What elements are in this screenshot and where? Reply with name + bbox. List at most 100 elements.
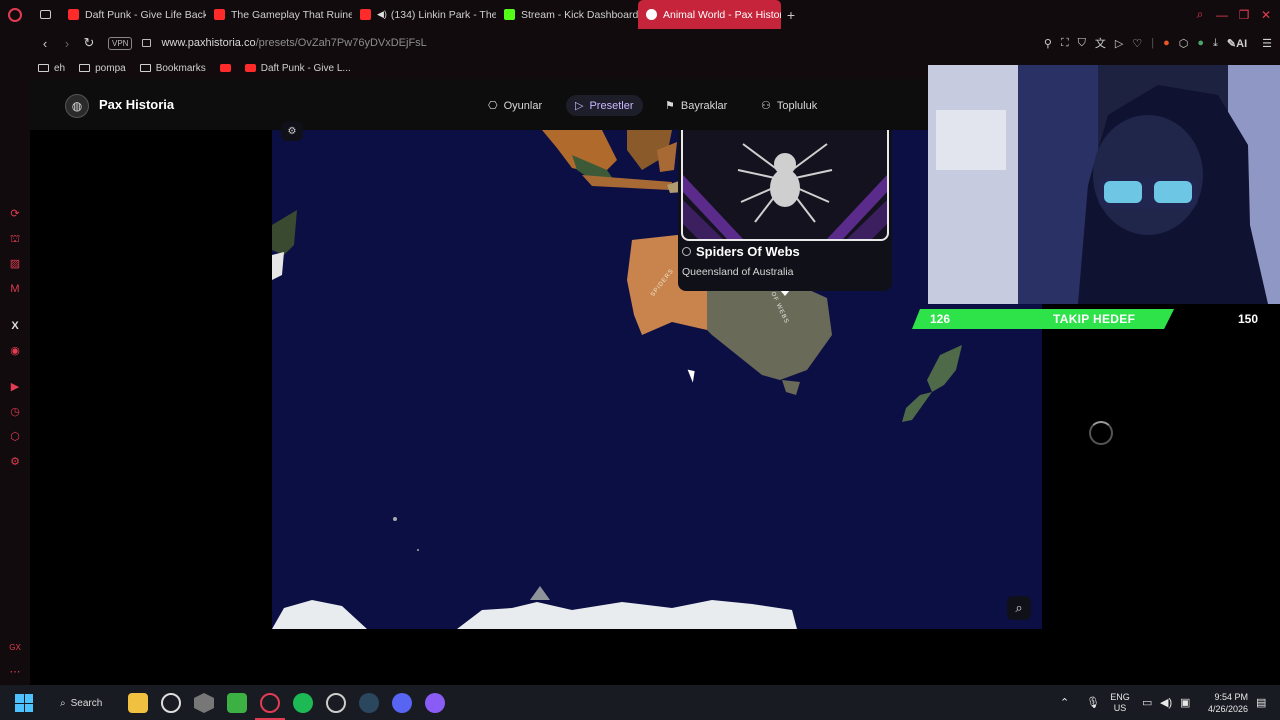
globe-icon: ◍ [71, 99, 83, 113]
nav-label: Oyunlar [503, 99, 543, 112]
volume-icon[interactable]: ◀) [1160, 685, 1172, 720]
tray-overflow-icon[interactable]: ⌃ [1060, 685, 1069, 720]
vpn-badge[interactable]: VPN [108, 36, 133, 50]
chat-app-icon[interactable] [425, 693, 445, 713]
steam-icon[interactable] [359, 693, 379, 713]
player-icon[interactable]: ▶ [8, 380, 22, 394]
toolbar-extensions: ⚲ ⛶ ⛉ 文 ▷ ♡ | ● ⬡ ● ⤓ ✎AI ☰ [1044, 29, 1272, 57]
nation-card[interactable]: Spiders Of Webs Queensland of Australia [678, 130, 892, 291]
pin-icon[interactable]: ⚲ [1044, 37, 1052, 50]
microphone-icon[interactable]: 🎙︎ [1086, 685, 1100, 720]
nav-bayraklar[interactable]: ⚑ Bayraklar [656, 95, 736, 116]
battery-icon[interactable]: ▣ [1180, 685, 1190, 720]
profile-icon[interactable]: ● [1197, 37, 1204, 49]
goal-target: 150 [1238, 312, 1259, 326]
opera-gx-logo[interactable] [0, 0, 30, 29]
search-tabs-button[interactable]: ⌕ [1188, 0, 1212, 29]
nation-radio[interactable] [682, 247, 691, 256]
lock-icon[interactable] [142, 39, 152, 47]
file-explorer-icon[interactable] [128, 693, 148, 713]
tab-0[interactable]: Daft Punk - Give Life Back [60, 0, 206, 29]
language-indicator[interactable]: ENG US [1106, 685, 1134, 720]
map-search-button[interactable]: ⌕ [1007, 596, 1031, 620]
extensions-icon[interactable]: ⬡ [8, 430, 22, 444]
x-twitter-icon[interactable]: X [8, 319, 22, 333]
bookmark-folder-pompa[interactable]: pompa [79, 63, 126, 74]
url-path: /presets/OvZah7Pw76yDVxDEjFsL [255, 37, 427, 49]
download-icon[interactable]: ⤓ [1213, 37, 1218, 50]
cleaner-icon[interactable]: ▨ [8, 257, 22, 271]
minimize-button[interactable]: — [1210, 0, 1234, 29]
tab-menu-button[interactable] [30, 0, 60, 29]
shield-icon[interactable]: ⛉ [1078, 37, 1086, 50]
bookmark-folder-eh[interactable]: eh [38, 63, 65, 74]
screenshot-icon[interactable]: ⛶ [1061, 37, 1069, 50]
steam-deck-icon[interactable] [161, 693, 181, 713]
tab-menu-icon [39, 10, 51, 19]
nav-label: Topluluk [776, 99, 818, 112]
antarctica-peak [530, 586, 550, 600]
tab-2[interactable]: ◀) (134) Linkin Park - The [352, 0, 496, 29]
bookmark-folder-bookmarks[interactable]: Bookmarks [139, 63, 206, 74]
spotify-icon[interactable] [293, 693, 313, 713]
pax-historia-logo[interactable]: ◍ [65, 94, 89, 118]
bookmark-daft-punk[interactable]: Daft Punk - Give L... [244, 63, 351, 74]
nav-label: Bayraklar [680, 99, 728, 112]
lang-bottom: US [1113, 702, 1127, 713]
maximize-icon: ❐ [1238, 7, 1250, 22]
ai-button[interactable]: ✎AI [1227, 37, 1247, 50]
tab-4-active[interactable]: Animal World - Pax Historia [638, 0, 781, 29]
search-icon: ⌕ [60, 697, 66, 709]
app-hex-icon[interactable] [194, 693, 214, 713]
tab-3[interactable]: Stream - Kick Dashboard [496, 0, 638, 29]
reload-button[interactable]: ↻ [78, 35, 100, 51]
more-icon[interactable]: ⋯ [8, 665, 22, 679]
site-brand[interactable]: Pax Historia [99, 97, 174, 112]
tab-label: Daft Punk - Give Life Back [85, 8, 206, 21]
gx-corner-icon[interactable]: ⟳ [8, 207, 22, 221]
forward-button[interactable]: › [56, 36, 78, 51]
taskbar-search[interactable]: ⌕ Search [52, 693, 118, 713]
play-icon: ▷ [575, 100, 584, 112]
heart-icon[interactable]: ♡ [1132, 37, 1142, 50]
start-button[interactable] [15, 694, 33, 712]
network-icon[interactable]: ▭ [1142, 685, 1152, 720]
discord-icon[interactable] [392, 693, 412, 713]
kick-icon [504, 9, 515, 20]
gx-control-label[interactable]: GX [8, 641, 22, 655]
chatgpt-icon[interactable] [326, 693, 346, 713]
nav-oyunlar[interactable]: ⎔ Oyunlar [479, 95, 551, 116]
clock[interactable]: 9:54 PM 4/26/2026 [1200, 685, 1248, 720]
translate-icon[interactable]: 文 [1095, 35, 1106, 51]
search-icon: ⌕ [1196, 7, 1204, 21]
new-tab-button[interactable]: + [781, 7, 801, 23]
play-icon[interactable]: ▷ [1115, 37, 1123, 50]
loading-spinner [1089, 421, 1113, 445]
puzzle-icon[interactable]: ⬡ [1179, 37, 1189, 50]
twitch-icon[interactable]: ⛫ [8, 232, 22, 246]
notification-icon[interactable]: ▤ [1256, 685, 1266, 720]
folder-icon [38, 64, 49, 72]
tab-label: Stream - Kick Dashboard [521, 8, 638, 21]
world-map[interactable]: SPIDERS OF WEBS [272, 130, 1042, 629]
nav-presetler[interactable]: ▷ Presetler [566, 95, 643, 116]
minecraft-icon[interactable] [227, 693, 247, 713]
nav-topluluk[interactable]: ⚇ Topluluk [752, 95, 826, 116]
settings-icon[interactable]: ⚙ [8, 455, 22, 469]
goal-label: TAKIP HEDEF [1053, 312, 1136, 326]
messenger-icon[interactable]: M [8, 282, 22, 296]
opera-gx-icon[interactable] [260, 693, 280, 713]
menu-icon[interactable]: ☰ [1262, 37, 1272, 50]
maximize-button[interactable]: ❐ [1232, 0, 1256, 29]
close-icon: ✕ [1260, 7, 1272, 22]
history-icon[interactable]: ◷ [8, 405, 22, 419]
tab-1[interactable]: The Gameplay That Ruined [206, 0, 352, 29]
back-button[interactable]: ‹ [34, 36, 56, 51]
discord-icon[interactable]: ◉ [8, 344, 22, 358]
url-field[interactable]: www.paxhistoria.co/presets/OvZah7Pw76yDV… [161, 37, 426, 49]
map-settings-button[interactable]: ⚙ [281, 121, 303, 141]
extension-icon[interactable]: ● [1163, 37, 1170, 49]
map-canvas [272, 130, 962, 629]
bookmark-youtube[interactable] [219, 64, 231, 72]
close-button[interactable]: ✕ [1254, 0, 1278, 29]
